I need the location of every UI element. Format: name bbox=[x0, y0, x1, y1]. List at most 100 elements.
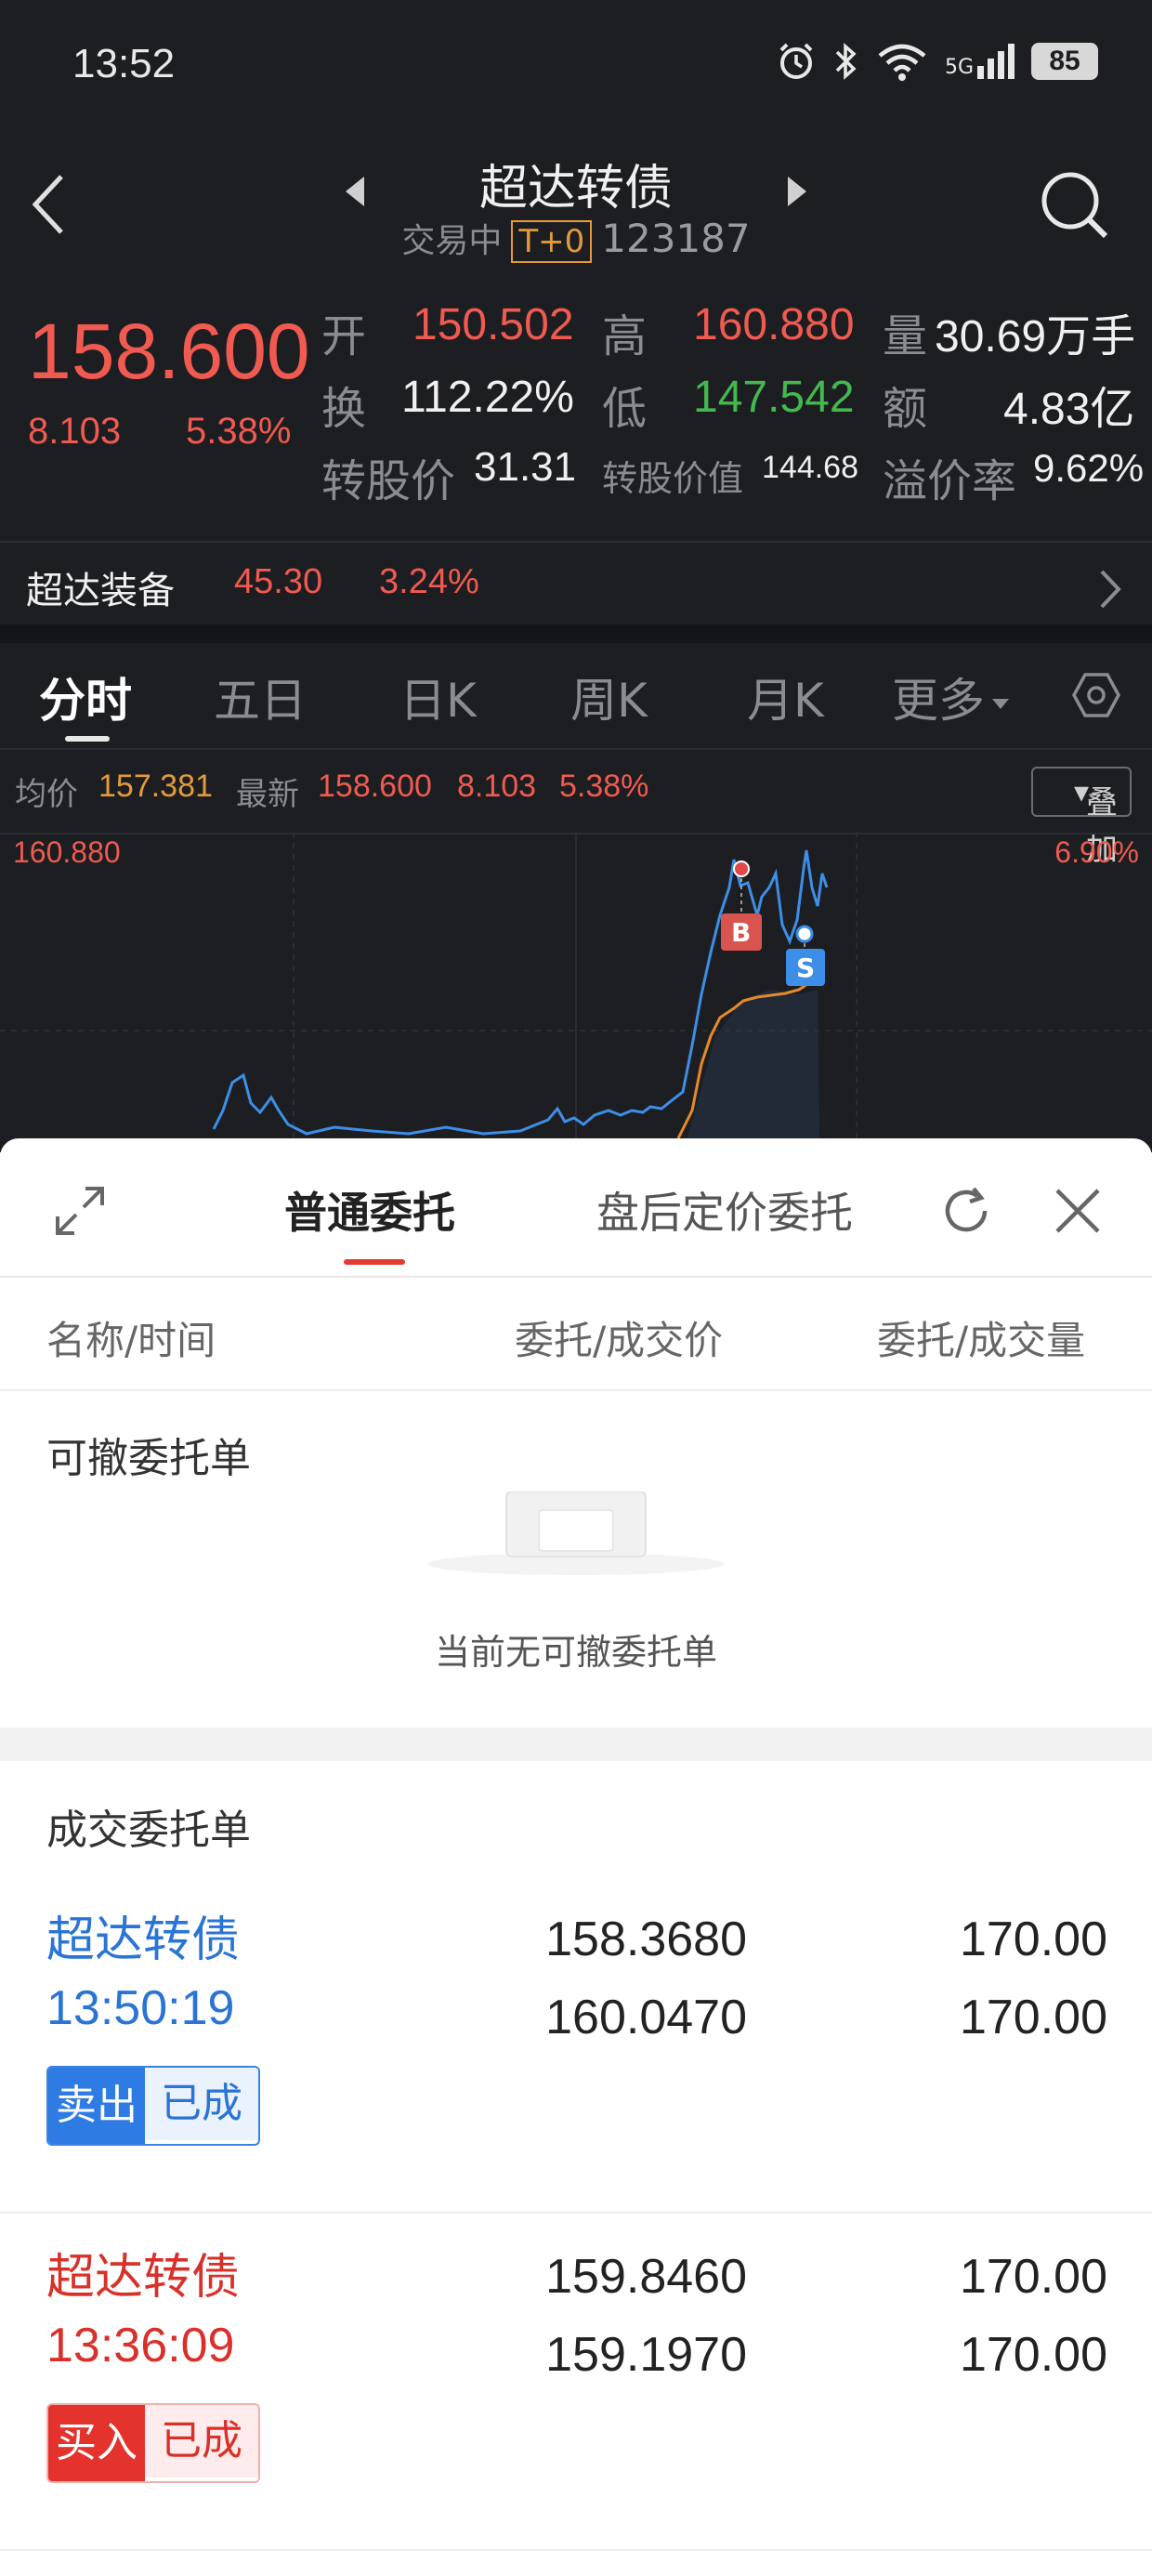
open-value: 150.502 bbox=[412, 300, 574, 349]
order-time: 13:36:09 bbox=[46, 2319, 235, 2372]
tab-normal-order[interactable]: 普通委托 bbox=[284, 1179, 455, 1241]
chart-tabs: 分时 五日 日K 周K 月K 更多 bbox=[0, 643, 1152, 745]
status-time: 13:52 bbox=[72, 41, 176, 86]
stock-code: 123187 bbox=[601, 216, 751, 261]
amount-value: 4.83亿 bbox=[1003, 385, 1135, 434]
network-type: 5G bbox=[944, 56, 974, 79]
chart-settings-icon[interactable] bbox=[1070, 669, 1122, 721]
wifi-icon bbox=[878, 44, 926, 81]
volume-area bbox=[687, 990, 819, 1138]
order-time: 13:50:19 bbox=[46, 1981, 235, 2035]
col-qty: 委托/成交量 bbox=[877, 1318, 1086, 1363]
section-gap bbox=[0, 624, 1152, 643]
close-icon[interactable] bbox=[1050, 1183, 1106, 1239]
open-label: 开 bbox=[321, 310, 367, 362]
order-row[interactable]: 超达转债 13:50:19 158.3680 160.0470 170.00 1… bbox=[0, 1900, 1152, 2214]
order-row[interactable]: 超达转债 13:36:09 159.8460 159.1970 170.00 1… bbox=[0, 2238, 1152, 2551]
chart-high-pct: 6.90% bbox=[1054, 835, 1139, 869]
high-value: 160.880 bbox=[693, 300, 855, 349]
last-price: 158.600 bbox=[28, 308, 310, 395]
trading-status: 交易中 bbox=[401, 222, 503, 260]
latest-label: 最新 bbox=[236, 777, 299, 812]
filled-orders-title: 成交委托单 bbox=[46, 1807, 251, 1854]
buy-marker-label: B bbox=[731, 917, 752, 948]
order-qty: 170.00 bbox=[959, 1912, 1107, 1966]
avg-value: 157.381 bbox=[98, 769, 213, 804]
tab-intraday[interactable]: 分时 bbox=[39, 664, 132, 730]
latest-value: 158.600 bbox=[318, 769, 432, 804]
sheet-header: 普通委托 盘后定价委托 bbox=[0, 1138, 1152, 1278]
intraday-chart[interactable]: B S 160.880 6.90% bbox=[0, 832, 1152, 1139]
order-state: 已成 bbox=[145, 2405, 258, 2477]
t0-tag: T+0 bbox=[511, 220, 593, 263]
status-bar: 13:52 5G 85 bbox=[0, 0, 1152, 139]
latest-change-pct: 5.38% bbox=[559, 769, 649, 804]
divider bbox=[0, 748, 1152, 750]
order-status-badge: 卖出 已成 bbox=[46, 2066, 260, 2146]
alarm-icon bbox=[779, 43, 813, 79]
empty-state-text: 当前无可撤委托单 bbox=[434, 1632, 717, 1673]
caret-down-icon bbox=[992, 699, 1009, 709]
conv-price-value: 31.31 bbox=[474, 444, 577, 490]
related-stock-name: 超达装备 bbox=[26, 570, 175, 612]
low-label: 低 bbox=[602, 383, 648, 435]
fill-qty: 170.00 bbox=[959, 2328, 1107, 2382]
chart-info-row: 均价 157.381 最新 158.600 8.103 5.38% 叠加 ▾ bbox=[0, 757, 1152, 867]
col-price: 委托/成交价 bbox=[515, 1318, 724, 1363]
fill-price: 160.0470 bbox=[545, 1991, 747, 2044]
order-status-badge: 买入 已成 bbox=[46, 2403, 260, 2483]
divider bbox=[0, 541, 1152, 543]
order-price: 159.8460 bbox=[545, 2250, 747, 2304]
turnover-value: 112.22% bbox=[401, 373, 574, 422]
tab-more-label: 更多 bbox=[892, 674, 985, 728]
tab-after-hours-order[interactable]: 盘后定价委托 bbox=[596, 1179, 853, 1241]
avg-label: 均价 bbox=[15, 777, 78, 812]
section-gap bbox=[0, 1728, 1152, 1761]
chevron-right-icon bbox=[1100, 570, 1121, 609]
orders-sheet: 普通委托 盘后定价委托 名称/时间 委托/成交价 委托/成交量 可撤委托单 当前… bbox=[0, 1138, 1152, 2576]
quote-summary: 158.600 8.103 5.38% 开 150.502 高 160.880 … bbox=[0, 279, 1152, 530]
expand-icon[interactable] bbox=[50, 1181, 110, 1241]
turnover-label: 换 bbox=[321, 383, 367, 435]
stock-subtitle: 交易中 T+0 123187 bbox=[0, 214, 1152, 263]
overlay-button[interactable]: 叠加 ▾ bbox=[1031, 767, 1132, 867]
stock-title: 超达转债 bbox=[478, 161, 673, 217]
order-name: 超达转债 bbox=[46, 1912, 241, 1968]
price-change-pct: 5.38% bbox=[186, 411, 292, 452]
low-value: 147.542 bbox=[693, 373, 855, 422]
order-qty: 170.00 bbox=[959, 2250, 1107, 2304]
tab-daily-k[interactable]: 日K bbox=[399, 664, 477, 730]
order-state: 已成 bbox=[145, 2068, 258, 2140]
order-side: 买入 bbox=[48, 2405, 145, 2481]
column-headers: 名称/时间 委托/成交价 委托/成交量 bbox=[0, 1278, 1152, 1391]
search-icon[interactable] bbox=[1035, 165, 1113, 243]
chart-high-price: 160.880 bbox=[13, 835, 121, 869]
tab-five-day[interactable]: 五日 bbox=[214, 664, 307, 730]
tab-more[interactable]: 更多 bbox=[892, 664, 1009, 730]
status-icons: 5G 85 bbox=[776, 41, 1098, 82]
buy-point bbox=[733, 861, 750, 877]
conv-value: 144.68 bbox=[762, 450, 858, 485]
refresh-icon[interactable] bbox=[936, 1181, 996, 1241]
related-stock-row[interactable]: 超达装备 45.30 3.24% bbox=[0, 544, 1152, 627]
order-side: 卖出 bbox=[48, 2068, 145, 2144]
tab-monthly-k[interactable]: 月K bbox=[747, 664, 824, 730]
conv-price-label: 转股价 bbox=[321, 455, 456, 507]
stock-header: 超达转债 交易中 T+0 123187 bbox=[0, 139, 1152, 269]
intraday-chart-svg bbox=[0, 832, 1152, 1139]
active-tab-indicator bbox=[65, 736, 110, 742]
related-stock-change: 3.24% bbox=[379, 562, 479, 601]
sheet-tab-indicator bbox=[344, 1259, 405, 1265]
order-price: 158.3680 bbox=[545, 1912, 747, 1966]
order-name: 超达转债 bbox=[46, 2250, 241, 2306]
bluetooth-icon bbox=[835, 43, 857, 80]
tab-weekly-k[interactable]: 周K bbox=[570, 664, 648, 730]
cancelable-orders-title: 可撤委托单 bbox=[46, 1435, 251, 1482]
premium-label: 溢价率 bbox=[883, 455, 1017, 507]
fill-price: 159.1970 bbox=[545, 2328, 747, 2382]
related-stock-price: 45.30 bbox=[234, 562, 323, 601]
conv-value-label: 转股价值 bbox=[602, 458, 744, 499]
sell-point bbox=[795, 925, 814, 943]
volume-value: 30.69万手 bbox=[935, 312, 1136, 361]
latest-change: 8.103 bbox=[457, 769, 537, 804]
